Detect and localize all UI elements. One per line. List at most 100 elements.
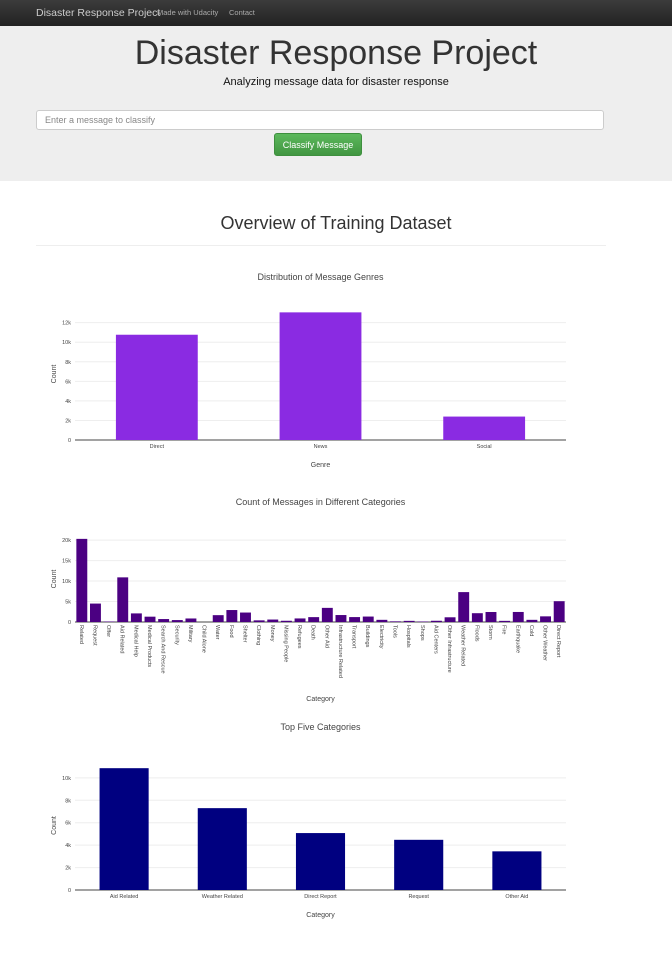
bar [240,612,251,622]
x-tick-label: Offer [105,625,111,637]
y-axis-title: Count [51,365,58,384]
nav-link-udacity[interactable]: Made with Udacity [157,0,218,26]
bar [444,617,456,622]
bar [499,620,511,622]
jumbotron: Disaster Response Project Analyzing mess… [0,26,672,181]
page-subtitle: Analyzing message data for disaster resp… [223,76,449,88]
x-tick-label: Direct [150,444,165,450]
x-tick-label: Security [173,625,179,645]
x-tick-label: Shelter [241,625,247,643]
bar [394,839,444,890]
bar [485,612,497,622]
x-tick-label: Money [269,625,275,642]
bar [376,619,388,622]
x-tick-label: Fire [501,625,507,634]
chart-title: Count of Messages in Different Categorie… [236,497,406,507]
y-axis-title: Count [51,570,58,589]
navbar-brand[interactable]: Disaster Response Project [36,0,160,26]
nav-link-contact[interactable]: Contact [229,0,255,26]
x-axis-title: Category [306,912,335,919]
bar [212,615,224,622]
y-tick-label: 10k [62,579,71,585]
bar [349,617,361,622]
y-tick-label: 0 [68,438,71,444]
x-tick-label: Other Aid [505,894,528,900]
x-tick-label: Other Aid [323,625,329,648]
bar [115,334,198,440]
x-tick-label: Aid Related [119,625,125,653]
category-count-chart: Count of Messages in Different Categorie… [51,497,566,703]
y-tick-label: 10k [62,340,71,346]
y-tick-label: 5k [65,600,71,606]
bar [430,620,442,622]
navbar: Disaster Response Project Made with Udac… [0,0,672,27]
bar [540,616,551,622]
bar [280,620,292,622]
x-tick-label: Floods [473,625,479,642]
x-tick-label: Storm [487,625,493,640]
x-tick-label: Aid Related [110,894,138,900]
x-tick-label: Request [408,894,429,900]
y-tick-label: 4k [65,843,71,849]
x-tick-label: Direct Report [304,894,337,900]
top-five-categories-chart: Top Five Categories 0 2k 4k 6k 8k 10k Aid Relat… [51,722,566,919]
message-input[interactable] [36,110,604,130]
x-tick-label: Buildings [364,625,370,648]
y-tick-label: 0 [68,888,71,894]
x-tick-label: Infrastructure Related [337,625,343,678]
y-tick-label: 6k [65,379,71,385]
x-tick-label: Social [477,444,492,450]
x-tick-label: Military [187,625,193,643]
bar [471,613,483,622]
x-tick-label: Other Infrastructure [446,625,452,673]
x-tick-label: Medical Help [132,625,138,657]
bar [267,619,279,622]
section-divider [36,245,606,246]
x-tick-label: Child Alone [201,625,207,653]
bar [253,620,265,622]
y-tick-label: 4k [65,399,71,405]
bar [158,619,170,622]
bar [90,603,101,622]
x-tick-label: Missing People [282,625,288,662]
bar [144,616,156,622]
bar [185,618,197,622]
x-tick-label: Direct Report [555,625,561,658]
bar [99,768,149,890]
x-tick-label: Related [78,625,84,644]
x-axis-title: Genre [311,462,331,469]
bar [335,615,347,622]
x-tick-label: News [314,444,328,450]
bar [390,621,401,622]
chart-title: Distribution of Message Genres [257,272,384,282]
x-tick-label: Water [214,625,220,640]
x-axis-title: Category [306,696,335,703]
x-tick-label: Cold [528,625,534,636]
y-tick-label: 2k [65,866,71,872]
bar [492,851,542,890]
bar [130,613,142,622]
x-tick-label: Clothing [255,625,261,645]
x-tick-label: Search And Rescue [160,625,166,674]
x-tick-label: Other Weather [542,625,548,661]
x-tick-label: Tools [392,625,398,638]
y-tick-label: 2k [65,418,71,424]
x-tick-label: Weather Related [460,625,466,666]
bar [76,538,88,622]
bar [512,611,524,622]
x-tick-label: Shops [419,625,425,641]
bar [171,620,183,622]
bar [321,607,333,622]
bar [226,610,238,622]
page-title: Disaster Response Project [134,34,538,72]
x-tick-label: Hospitals [405,625,411,648]
x-tick-label: Medical Products [146,625,152,667]
bar [117,577,129,622]
y-tick-label: 12k [62,321,71,327]
bar [197,808,247,890]
x-tick-label: Request [91,625,97,646]
classify-message-button[interactable]: Classify Message [274,133,362,156]
bar [526,619,538,622]
y-tick-label: 20k [62,538,71,544]
y-tick-label: 0 [68,620,71,626]
